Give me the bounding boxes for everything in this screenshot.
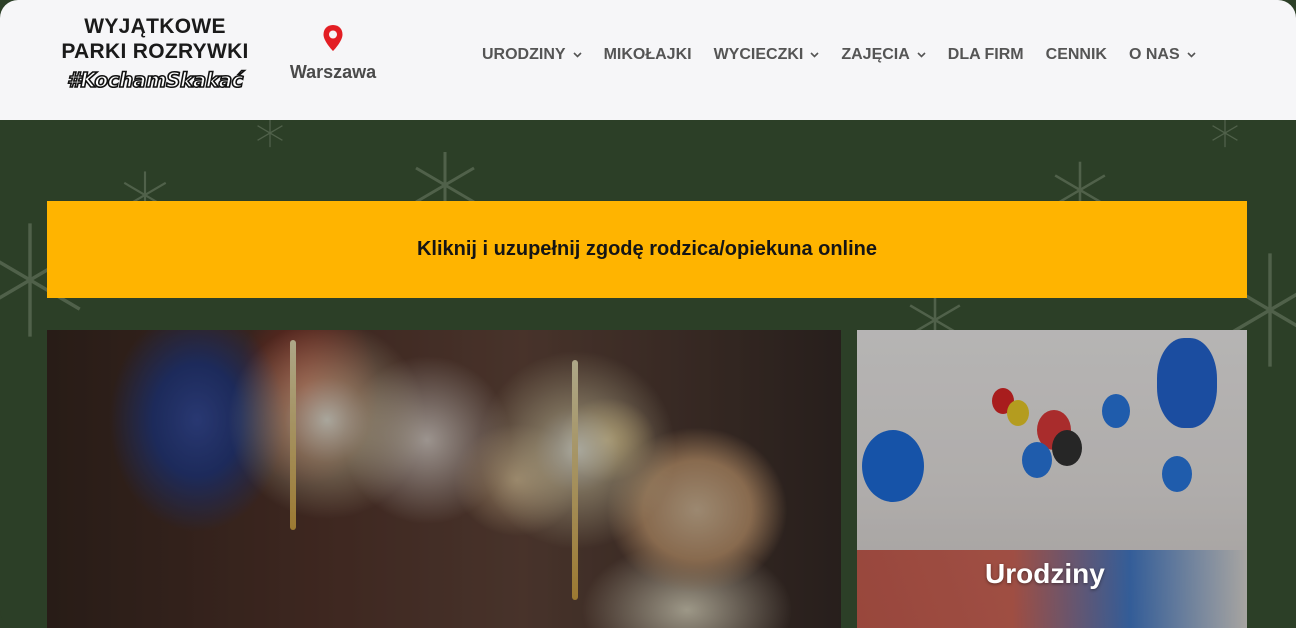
snowflake-icon — [1212, 118, 1238, 148]
location-label: Warszawa — [289, 62, 377, 82]
nav-item-label: MIKOŁAJKI — [603, 46, 692, 63]
chevron-down-icon — [572, 52, 582, 58]
logo-line-2: PARKI ROZRYWKI — [61, 40, 249, 63]
nav-item-mikolajki[interactable]: MIKOŁAJKI — [604, 46, 692, 64]
nav-item-cennik[interactable]: CENNIK — [1046, 46, 1107, 64]
nav-item-label: CENNIK — [1045, 46, 1107, 63]
chevron-down-icon — [1187, 52, 1196, 58]
urodziny-card[interactable]: Urodziny — [857, 330, 1247, 628]
nav-item-urodziny[interactable]: URODZINY — [482, 46, 582, 64]
logo-tagline: #KochamSkakać — [66, 67, 244, 93]
nav-item-label: WYCIECZKI — [713, 46, 804, 63]
snowflake-icon — [257, 118, 283, 148]
nav-item-label: DLA FIRM — [947, 46, 1024, 63]
nav-item-zajecia[interactable]: ZAJĘCIA — [841, 46, 926, 64]
nav-item-label: URODZINY — [482, 46, 566, 63]
card-title: Urodziny — [985, 558, 1105, 589]
site-logo[interactable]: WYJĄTKOWE PARKI ROZRYWKI #KochamSkakać — [44, 14, 266, 100]
nav-item-dla-firm[interactable]: DLA FIRM — [948, 46, 1024, 64]
banner-text: Kliknij i uzupełnij zgodę rodzica/opieku… — [416, 238, 878, 260]
chevron-down-icon — [810, 52, 819, 58]
chevron-down-icon — [917, 52, 926, 58]
page: WYJĄTKOWE PARKI ROZRYWKI #KochamSkakać W… — [0, 0, 1296, 628]
location-selector[interactable]: Warszawa — [280, 24, 386, 83]
map-pin-icon — [323, 25, 343, 51]
parental-consent-banner[interactable]: Kliknij i uzupełnij zgodę rodzica/opieku… — [47, 201, 1247, 298]
nav-item-label: ZAJĘCIA — [841, 46, 910, 63]
photo-overlay — [47, 330, 841, 628]
nav-item-o-nas[interactable]: O NAS — [1129, 46, 1196, 64]
logo-line-1: WYJĄTKOWE — [84, 15, 226, 38]
nav-item-wycieczki[interactable]: WYCIECZKI — [714, 46, 820, 64]
main-nav: URODZINY MIKOŁAJKI WYCIECZKI ZAJĘCIA DLA… — [482, 43, 1196, 67]
nav-item-label: O NAS — [1128, 46, 1180, 63]
site-header: WYJĄTKOWE PARKI ROZRYWKI #KochamSkakać W… — [0, 0, 1296, 120]
birthday-cake-photo[interactable] — [47, 330, 841, 628]
